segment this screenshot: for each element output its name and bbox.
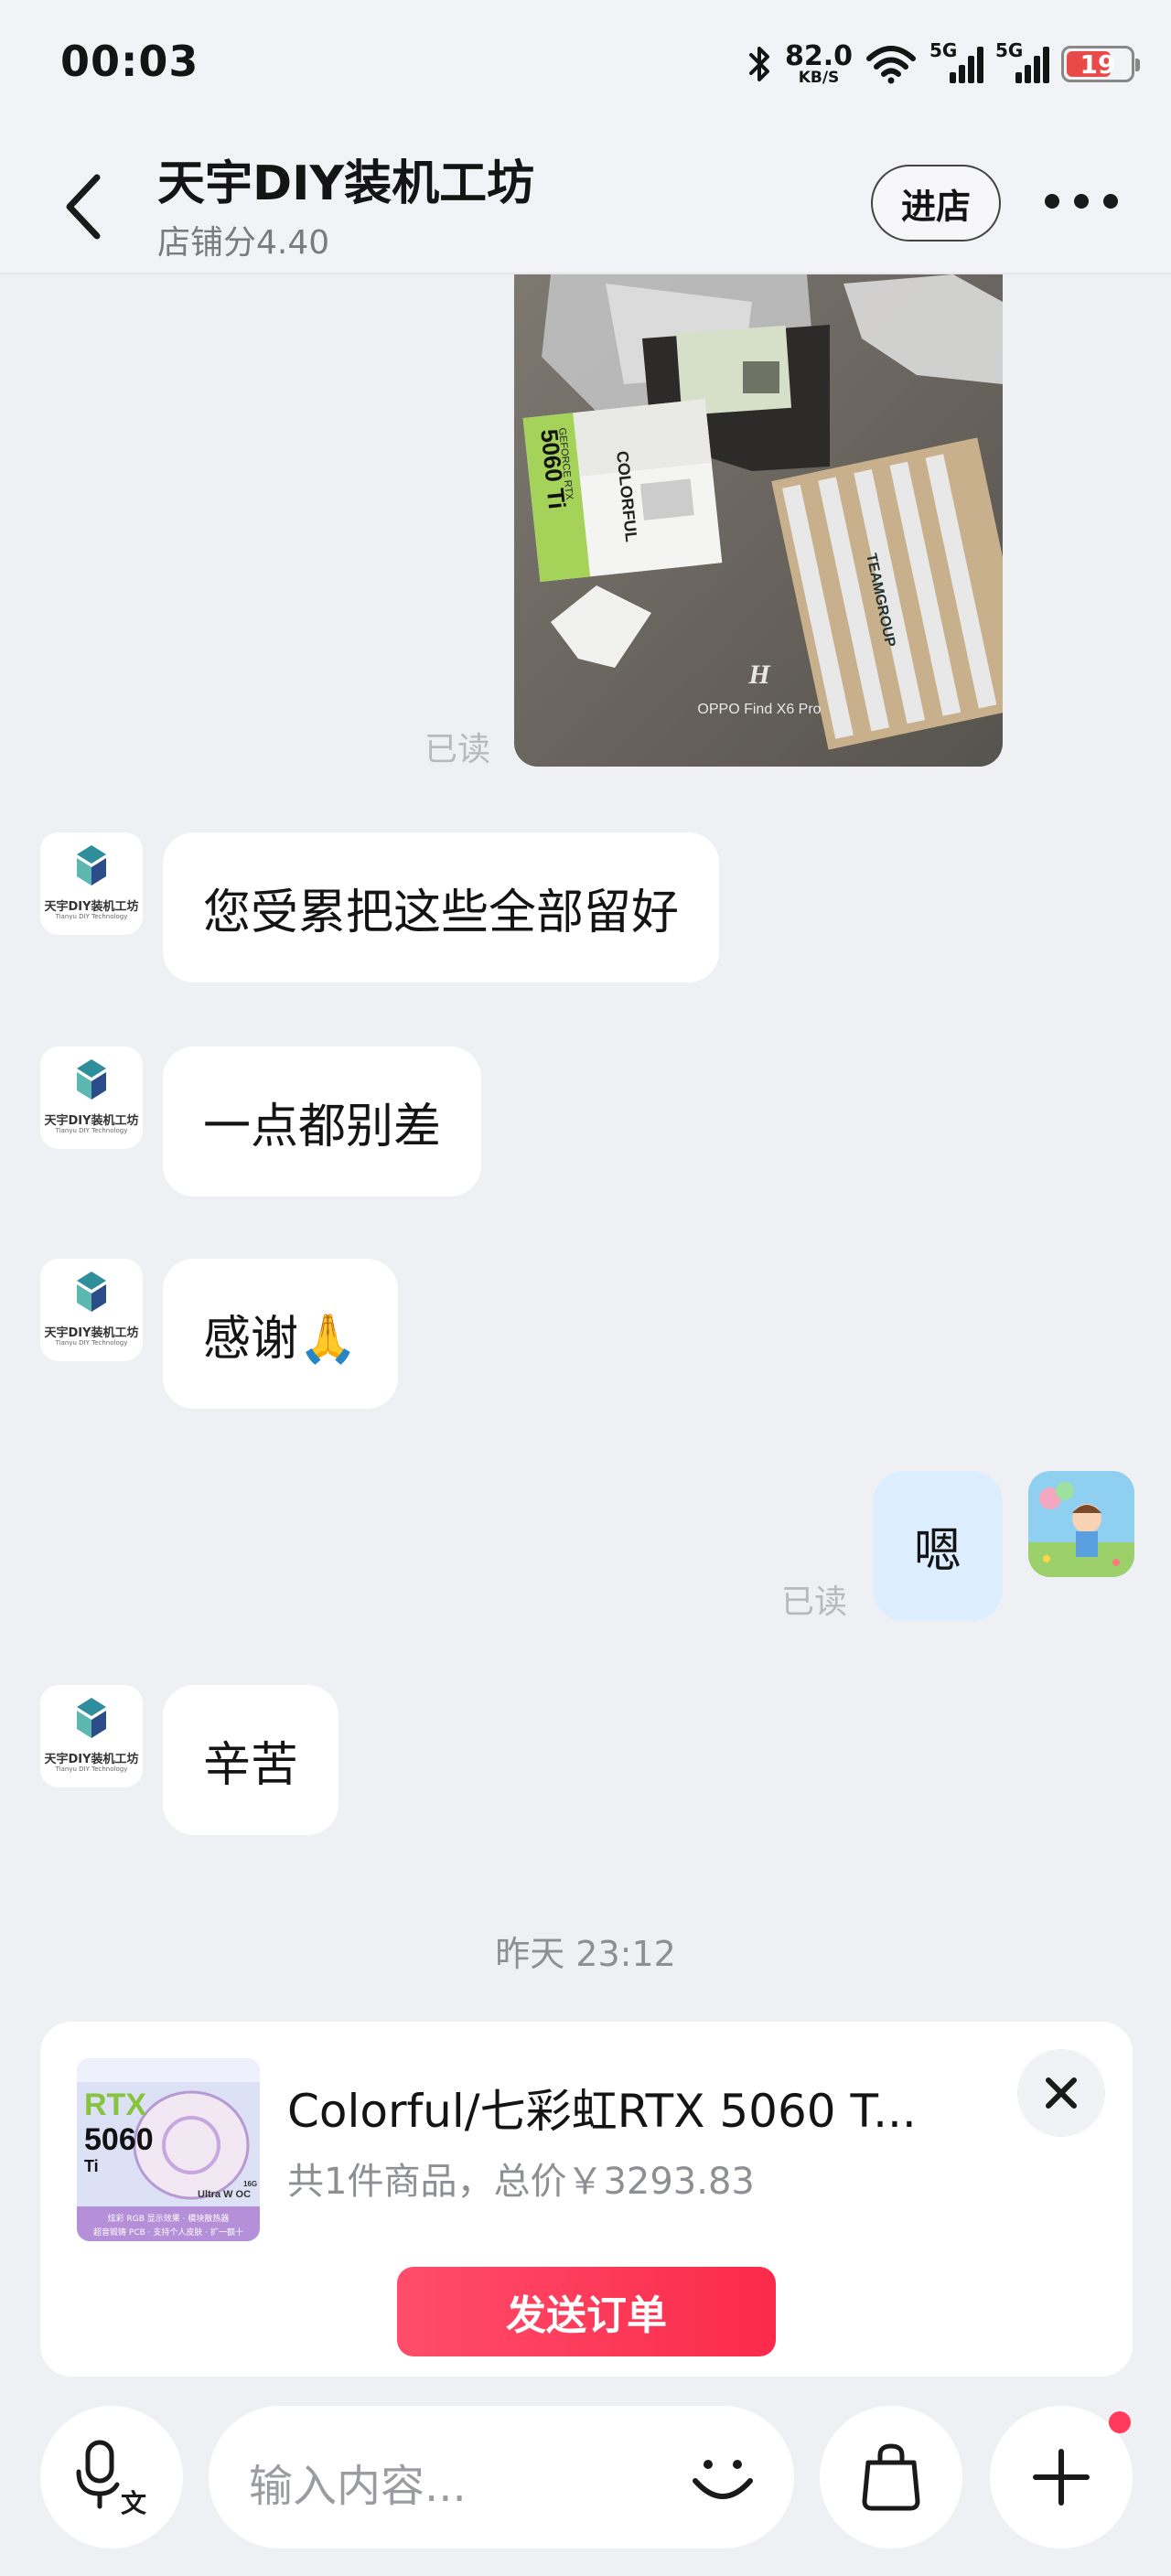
message-timestamp: 昨天 23:12 [495,1934,676,1974]
shop-logo-icon [77,1272,106,1312]
notification-dot [1109,2411,1131,2433]
shop-logo-text: 天宇DIY装机工坊 [44,1114,139,1128]
status-icons: 82.0 KB/S 5G 5G 19 [748,37,1140,91]
products-button[interactable] [820,2406,962,2549]
chat-header: 天宇DIY装机工坊 店铺分4.40 进店 [0,128,1171,274]
photo-image: COLORFUL 5060 Ti GEFORCE RTX TEAMGROUP H… [514,274,1003,767]
photo-message[interactable]: COLORFUL 5060 Ti GEFORCE RTX TEAMGROUP H… [514,274,1003,767]
svg-text:文: 文 [121,2488,146,2516]
visit-store-button[interactable]: 进店 [871,165,1001,242]
shop-logo-subtext: Tianyu DIY Technology [55,1127,128,1134]
thumb-line1: RTX [84,2088,146,2122]
close-icon [1046,2077,1077,2109]
shop-name: 天宇DIY装机工坊 [157,156,535,211]
net-speed-unit: KB/S [798,68,840,87]
status-bar: 00:03 82.0 KB/S 5G 5G 19 [0,0,1171,128]
thumb-variant: Ultra W OC [198,2189,251,2200]
message-input[interactable]: 输入内容... [209,2406,794,2549]
product-title[interactable]: Colorful/七彩虹RTX 5060 T... [287,2075,917,2141]
message-bubble-mine[interactable]: 嗯 [873,1471,1003,1621]
read-receipt: 已读 [781,1583,848,1621]
voice-translate-icon: 文 [76,2440,146,2516]
message-bubble[interactable]: 辛苦 [163,1685,339,1835]
order-card: RTX 5060 Ti Ultra W OC 16G 炫彩 RGB 显示效果 ·… [40,2022,1133,2377]
shop-avatar[interactable]: 天宇DIY装机工坊 Tianyu DIY Technology [40,832,143,935]
shop-logo-subtext: Tianyu DIY Technology [55,913,128,920]
message-bubble[interactable]: 一点都别差 [163,1046,482,1197]
plus-icon [1033,2449,1090,2506]
thumb-features-2: 超音锻铸 PCB · 支持个人皮肤 · 扩一额十 [93,2227,243,2238]
status-time: 00:03 [60,37,199,86]
product-thumbnail[interactable]: RTX 5060 Ti Ultra W OC 16G 炫彩 RGB 显示效果 ·… [77,2058,260,2241]
order-summary: 共1件商品，总价￥3293.83 [287,2161,755,2203]
voice-input-button[interactable]: 文 [40,2406,183,2549]
shop-logo-subtext: Tianyu DIY Technology [55,1339,128,1347]
shop-logo-icon [77,1059,106,1100]
shop-logo-icon [77,1698,106,1738]
shop-avatar[interactable]: 天宇DIY装机工坊 Tianyu DIY Technology [40,1685,143,1787]
svg-text:H: H [747,660,771,690]
net-speed: 82.0 KB/S [784,39,853,87]
shop-avatar[interactable]: 天宇DIY装机工坊 Tianyu DIY Technology [40,1259,143,1361]
shop-logo-text: 天宇DIY装机工坊 [44,1326,139,1340]
close-order-card-button[interactable] [1017,2049,1105,2137]
signal-icon: 5G [995,39,1049,87]
input-bar: 文 输入内容... [0,2388,1171,2576]
wifi-icon [866,46,916,84]
signal-label-2: 5G [995,39,1024,61]
shop-logo-icon [77,845,106,886]
thumb-vram: 16G [243,2180,257,2188]
thumb-features-1: 炫彩 RGB 显示效果 · 模块散热器 [108,2213,230,2224]
signal-label-1: 5G [929,39,958,61]
shop-logo-text: 天宇DIY装机工坊 [44,1753,139,1766]
shop-score: 店铺分4.40 [157,224,330,262]
shop-logo-text: 天宇DIY装机工坊 [44,900,139,914]
user-avatar-image [1028,1471,1134,1577]
more-options-icon[interactable] [1045,183,1118,220]
photo-watermark: OPPO Find X6 Pro [697,702,821,717]
thumb-line3: Ti [84,2157,99,2175]
send-order-button[interactable]: 发送订单 [397,2267,776,2356]
shop-avatar[interactable]: 天宇DIY装机工坊 Tianyu DIY Technology [40,1046,143,1149]
back-icon[interactable] [57,170,112,243]
product-thumbnail-image: RTX 5060 Ti Ultra W OC 16G 炫彩 RGB 显示效果 ·… [77,2058,260,2241]
user-avatar[interactable] [1028,1471,1134,1577]
emoji-icon[interactable] [686,2441,759,2514]
net-speed-value: 82.0 [784,39,853,72]
battery-level: 19 [1080,48,1116,80]
message-bubble[interactable]: 您受累把这些全部留好 [163,832,720,982]
message-bubble[interactable]: 感谢🙏 [163,1259,398,1409]
thumb-line2: 5060 [84,2122,154,2157]
signal-icon: 5G [929,39,983,87]
shop-logo-subtext: Tianyu DIY Technology [55,1766,128,1773]
battery-icon: 19 [1061,46,1140,82]
message-input-placeholder: 输入内容... [249,2461,467,2512]
bluetooth-icon [748,47,769,81]
read-receipt: 已读 [424,731,491,768]
shopping-bag-icon [862,2443,920,2511]
